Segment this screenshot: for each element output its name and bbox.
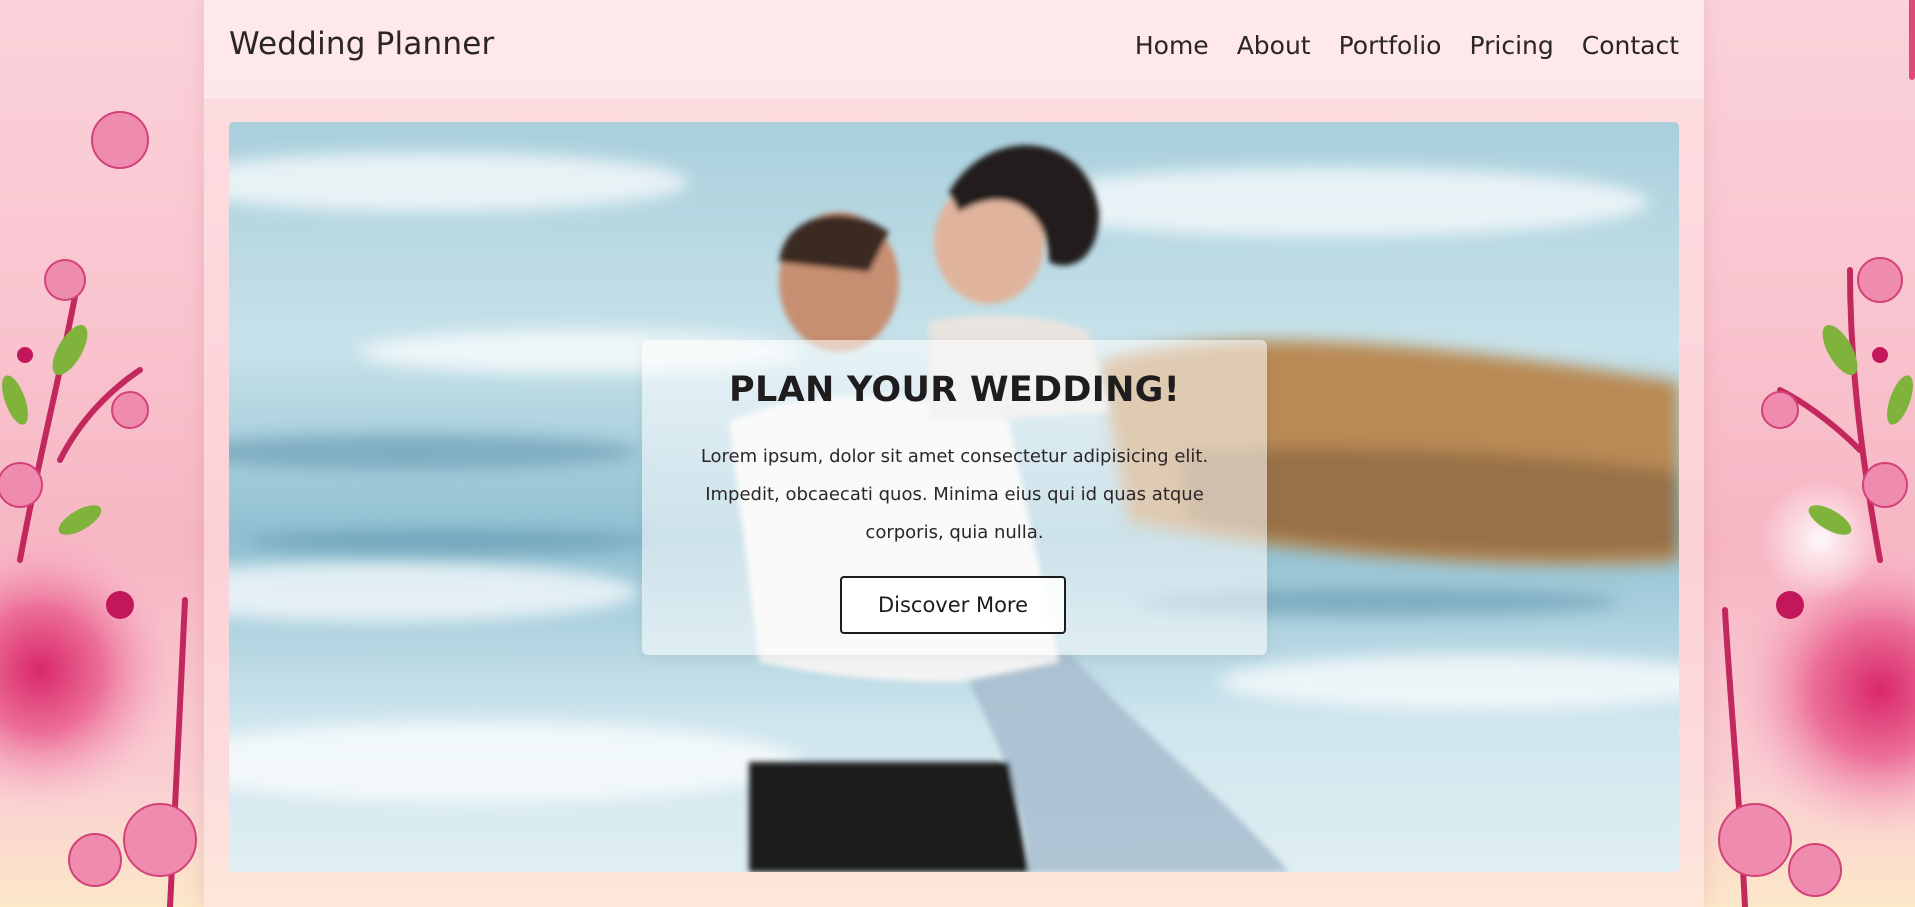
nav-about[interactable]: About	[1237, 31, 1311, 60]
site-header: Wedding Planner Home About Portfolio Pri…	[204, 0, 1704, 98]
hero-title: PLAN YOUR WEDDING!	[729, 370, 1180, 410]
hero-card: PLAN YOUR WEDDING! Lorem ipsum, dolor si…	[642, 340, 1267, 655]
discover-more-button[interactable]: Discover More	[840, 576, 1066, 634]
nav-pricing[interactable]: Pricing	[1469, 31, 1553, 60]
nav-portfolio[interactable]: Portfolio	[1339, 31, 1442, 60]
page-container: Wedding Planner Home About Portfolio Pri…	[204, 0, 1704, 907]
nav-contact[interactable]: Contact	[1582, 31, 1679, 60]
hero-section: PLAN YOUR WEDDING! Lorem ipsum, dolor si…	[229, 122, 1679, 872]
main-nav: Home About Portfolio Pricing Contact	[1107, 31, 1679, 60]
brand-logo[interactable]: Wedding Planner	[229, 26, 494, 62]
nav-home[interactable]: Home	[1135, 31, 1209, 60]
scrollbar-thumb[interactable]	[1909, 0, 1915, 80]
hero-text: Lorem ipsum, dolor sit amet consectetur …	[700, 446, 1209, 543]
